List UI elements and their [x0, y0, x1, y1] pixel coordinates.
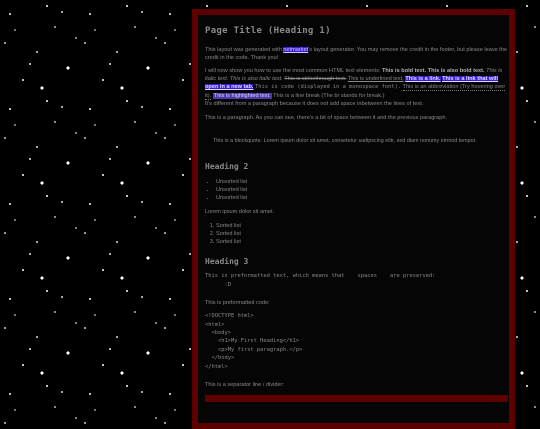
line-break-text: This is a line break (The br stands for … [273, 93, 385, 100]
separator-label: This is a separator line / divider: [205, 381, 284, 388]
inline-code: This is code (displayed in a monospace f… [255, 84, 402, 91]
list-item: Unsorted list [216, 178, 508, 186]
heading-3: Heading 3 [205, 256, 249, 266]
strikethrough-text: This is strikethrough text. [284, 76, 347, 83]
intro-text: This layout was generated with [205, 47, 284, 54]
credit-link[interactable]: netmarket [283, 47, 309, 54]
preformatted-code-label: This is preformatted code: [205, 300, 270, 307]
heading-2: Heading 2 [205, 162, 249, 172]
preformatted-text: This is preformatted text, which means t… [205, 273, 436, 288]
page-title: Page Title (Heading 1) [205, 26, 331, 36]
elements-paragraph: I will now show you how to use the most … [205, 67, 508, 108]
list-item: Sorted list [216, 222, 508, 230]
code-block: <!DOCTYPE html> <html> <body> <h1>My Fir… [205, 313, 303, 370]
blockquote: This is a blockquote. Lorem ipsum dolor … [213, 137, 477, 144]
bold-text: This is bold text. [382, 68, 427, 75]
list-item: Unsorted list [216, 186, 508, 194]
line-break-text-2: It's different from a paragraph because … [205, 101, 424, 108]
separator-line [205, 395, 508, 402]
lorem-paragraph: Lorem ipsum dolor sit amet. [205, 209, 275, 216]
list-item: Unsorted list [216, 194, 508, 202]
list-item: Sorted list [216, 230, 508, 238]
list-item: Sorted list [216, 238, 508, 246]
main-content: Page Title (Heading 1) This layout was g… [205, 22, 508, 394]
elements-lead: I will now show you how to use the most … [205, 68, 382, 75]
sorted-list: Sorted list Sorted list Sorted list [205, 222, 508, 246]
italic-text-2: This is also italic text. [229, 76, 283, 83]
highlighted-text: This is highlighted text. [212, 93, 272, 100]
paragraph: This is a paragraph. As you can see, the… [205, 114, 448, 121]
underlined-text: This is underlined text. [347, 76, 404, 83]
example-link[interactable]: This is a link. [405, 76, 441, 83]
unsorted-list: Unsorted list Unsorted list Unsorted lis… [205, 178, 508, 202]
intro-paragraph: This layout was generated with netmarket… [205, 46, 508, 62]
bold-text-2: This is also bold text. [427, 68, 485, 75]
